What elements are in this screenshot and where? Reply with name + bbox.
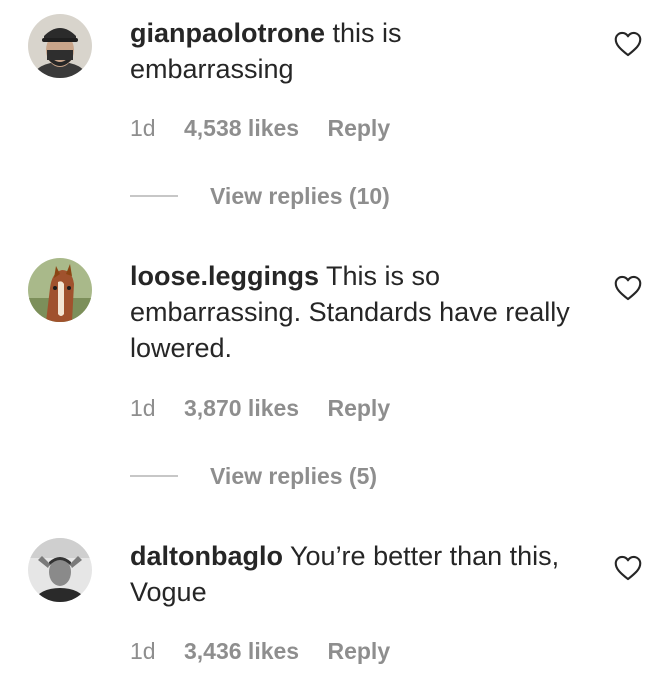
divider [130, 475, 178, 477]
comment-age: 1d [130, 115, 156, 141]
comment-meta: 1d 4,538 likes Reply [130, 115, 390, 142]
avatar[interactable] [28, 258, 92, 322]
heart-outline-icon[interactable] [614, 31, 642, 57]
heart-outline-icon[interactable] [614, 275, 642, 301]
comment-username[interactable]: daltonbaglo [130, 541, 283, 571]
comment-age: 1d [130, 638, 156, 664]
heart-outline-icon[interactable] [614, 555, 642, 581]
comment-likes[interactable]: 3,870 likes [184, 395, 299, 421]
reply-button[interactable]: Reply [327, 638, 390, 664]
view-replies-label: View replies (10) [210, 182, 390, 209]
comment-age: 1d [130, 395, 156, 421]
view-replies-button[interactable]: View replies (10) [130, 181, 390, 211]
reply-button[interactable]: Reply [327, 395, 390, 421]
profile-photo-icon [28, 14, 92, 78]
comment-meta: 1d 3,870 likes Reply [130, 395, 390, 422]
comment-meta: 1d 3,436 likes Reply [130, 638, 390, 665]
comment-body: daltonbaglo You’re better than this, Vog… [130, 538, 570, 610]
avatar[interactable] [28, 14, 92, 78]
comment-likes[interactable]: 3,436 likes [184, 638, 299, 664]
comment-body: gianpaolotrone this is embarrassing [130, 15, 570, 87]
profile-photo-icon [28, 258, 92, 322]
avatar[interactable] [28, 538, 92, 602]
view-replies-label: View replies (5) [210, 462, 378, 489]
divider [130, 195, 178, 197]
comment-likes[interactable]: 4,538 likes [184, 115, 299, 141]
comment-username[interactable]: loose.leggings [130, 261, 319, 291]
reply-button[interactable]: Reply [327, 115, 390, 141]
comment-username[interactable]: gianpaolotrone [130, 18, 325, 48]
comment-body: loose.leggings This is so embarrassing. … [130, 258, 570, 366]
view-replies-button[interactable]: View replies (5) [130, 461, 377, 491]
profile-photo-icon [28, 538, 92, 602]
